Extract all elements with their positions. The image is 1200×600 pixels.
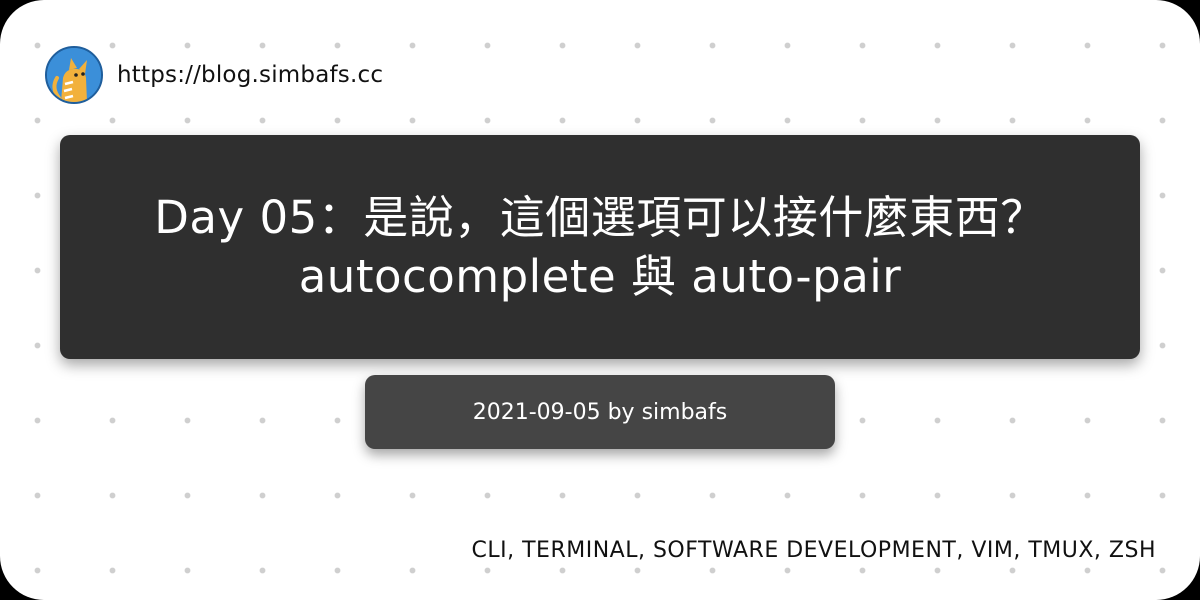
cat-avatar-icon: [45, 46, 103, 104]
post-meta-box: 2021-09-05 by simbafs: [365, 375, 835, 449]
post-meta: 2021-09-05 by simbafs: [472, 399, 728, 425]
site-url[interactable]: https://blog.simbafs.cc: [117, 62, 383, 88]
title-box: Day 05：是說，這個選項可以接什麼東西？autocomplete 與 aut…: [60, 135, 1140, 359]
site-brand[interactable]: https://blog.simbafs.cc: [45, 45, 383, 105]
post-title: Day 05：是說，這個選項可以接什麼東西？autocomplete 與 aut…: [154, 191, 1046, 303]
post-tags: CLI, TERMINAL, SOFTWARE DEVELOPMENT, VIM…: [471, 538, 1156, 563]
og-card: https://blog.simbafs.cc Day 05：是說，這個選項可以…: [0, 0, 1200, 600]
